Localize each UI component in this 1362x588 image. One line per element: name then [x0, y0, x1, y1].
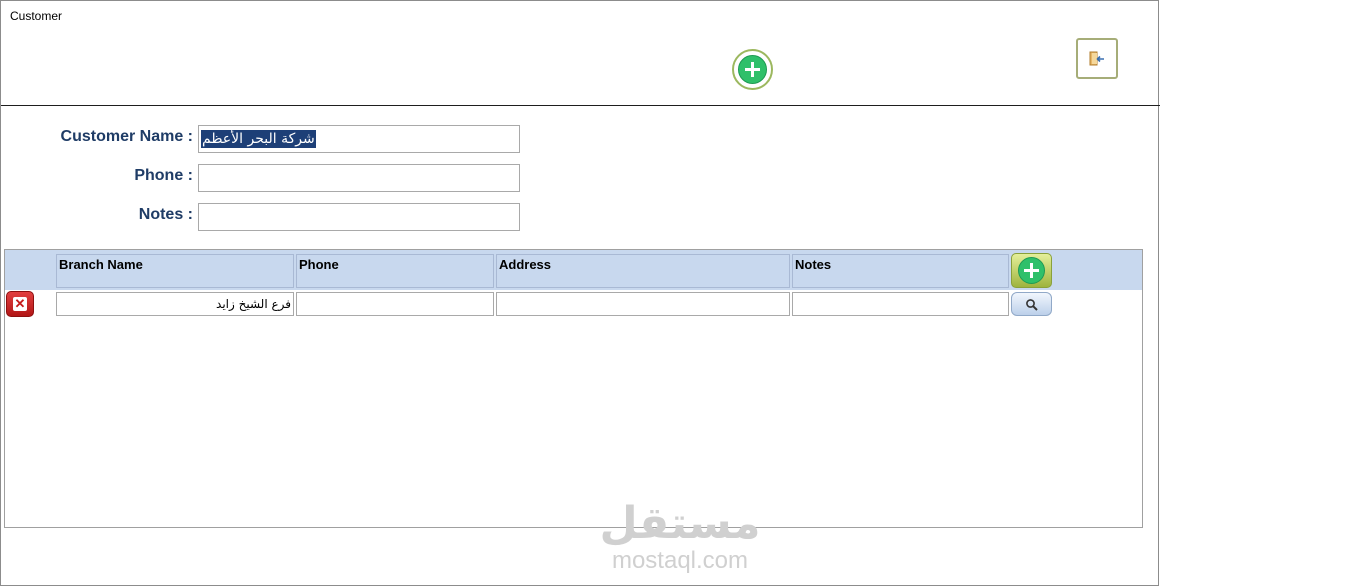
- column-header-address: Address: [496, 254, 790, 288]
- close-icon: ✕: [13, 296, 27, 311]
- plus-circle-icon: [738, 55, 767, 84]
- grid-header: Branch Name Phone Address Notes: [5, 250, 1142, 290]
- column-header-notes: Notes: [792, 254, 1009, 288]
- column-header-phone: Phone: [296, 254, 494, 288]
- branch-notes-cell[interactable]: [792, 292, 1009, 316]
- plus-icon: [1018, 257, 1045, 284]
- search-icon: [1026, 299, 1038, 311]
- header-divider: [1, 105, 1160, 106]
- add-branch-button[interactable]: [1011, 253, 1052, 288]
- customer-name-field[interactable]: شركة البحر الأعظم: [198, 125, 520, 153]
- customer-name-label: Customer Name :: [60, 128, 193, 145]
- phone-field[interactable]: [198, 164, 520, 192]
- branches-grid: Branch Name Phone Address Notes ✕ فرع ال…: [4, 249, 1143, 528]
- exit-door-icon: [1089, 51, 1104, 66]
- watermark-arabic: مستقل: [599, 498, 761, 549]
- notes-field[interactable]: [198, 203, 520, 231]
- search-row-button[interactable]: [1011, 292, 1052, 316]
- window-title: Customer: [10, 9, 63, 23]
- phone-label: Phone :: [134, 167, 193, 184]
- watermark: مستقل mostaql.com: [590, 500, 770, 574]
- branch-phone-cell[interactable]: [296, 292, 494, 316]
- branch-address-cell[interactable]: [496, 292, 790, 316]
- notes-label: Notes :: [138, 206, 193, 223]
- column-header-branch-name: Branch Name: [56, 254, 294, 288]
- add-customer-button[interactable]: [732, 49, 773, 90]
- exit-button[interactable]: [1076, 38, 1118, 79]
- branch-name-cell[interactable]: فرع الشيخ زايد: [56, 292, 294, 316]
- delete-row-button[interactable]: ✕: [6, 291, 34, 317]
- customer-name-value: شركة البحر الأعظم: [201, 130, 316, 148]
- watermark-latin: mostaql.com: [611, 547, 749, 574]
